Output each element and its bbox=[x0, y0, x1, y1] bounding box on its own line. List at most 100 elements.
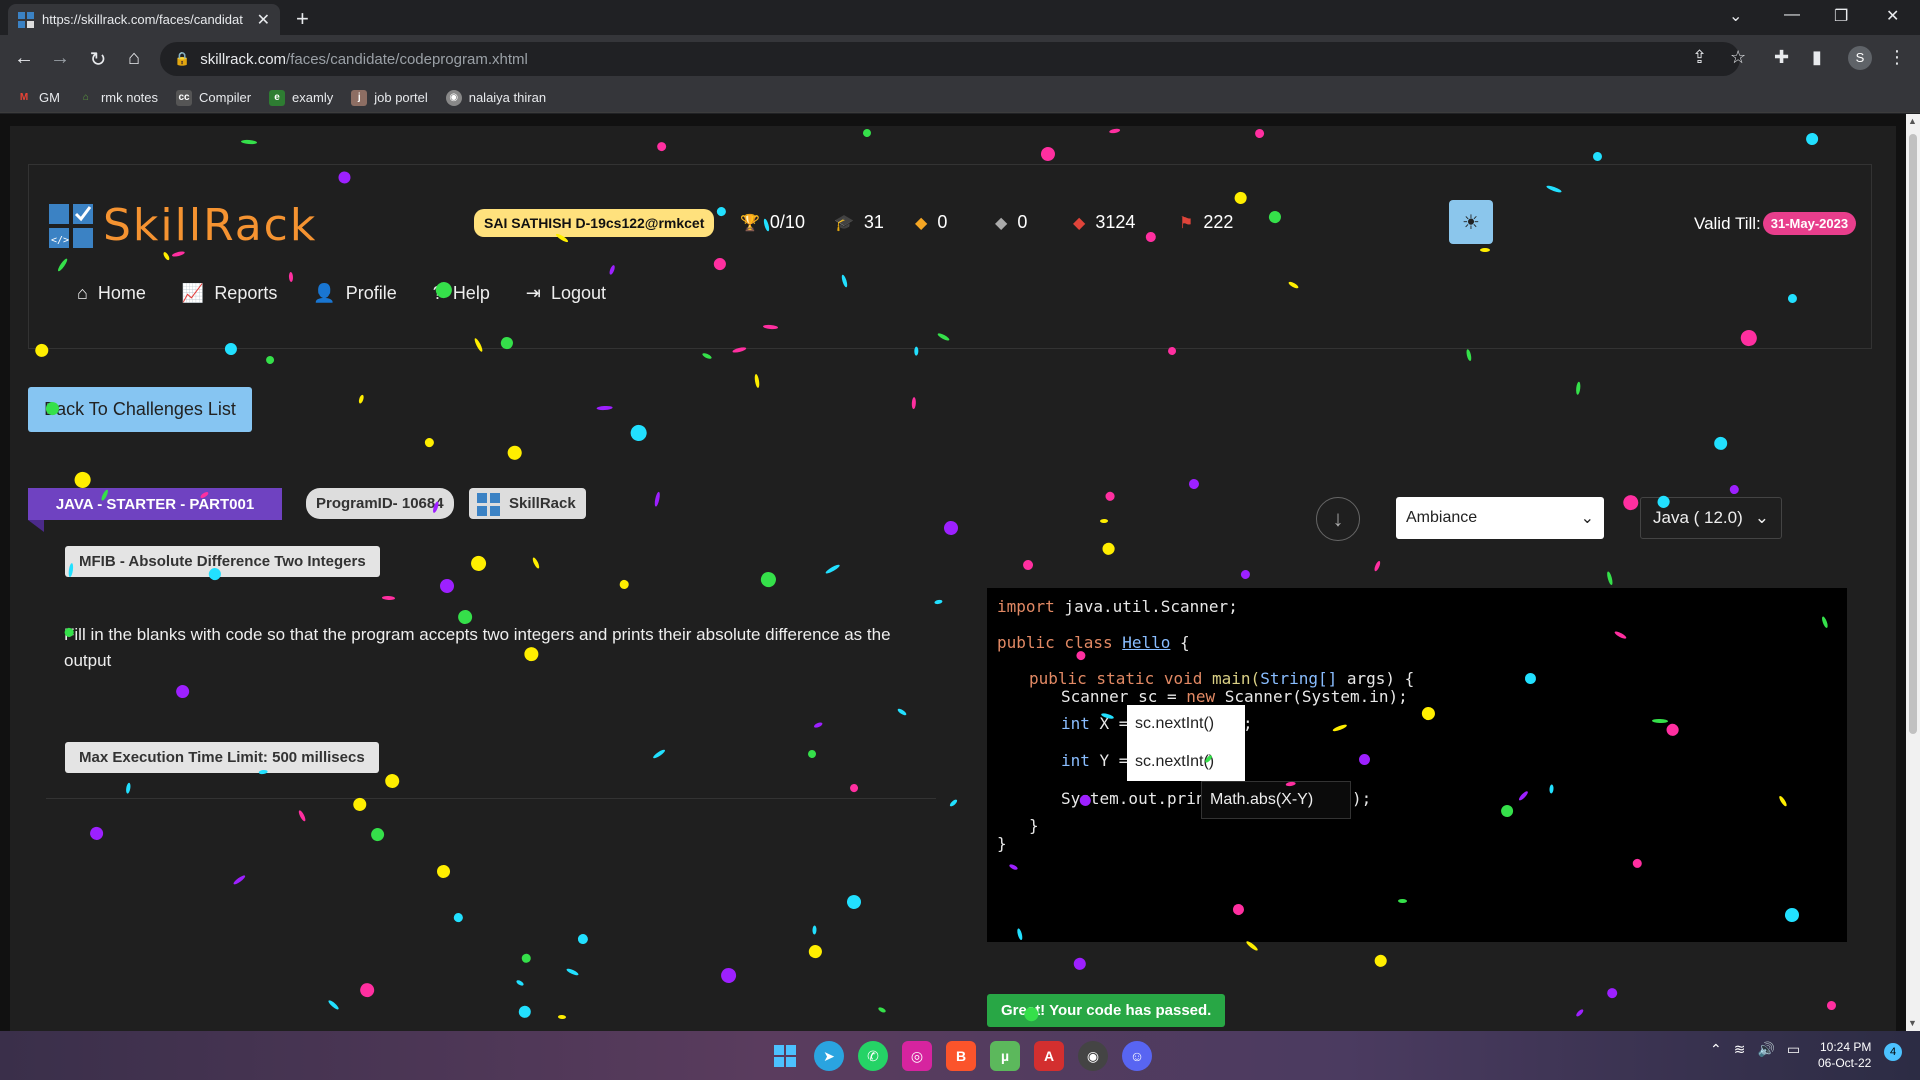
confetti-piece bbox=[618, 579, 630, 591]
restore-icon[interactable]: ❐ bbox=[1834, 6, 1848, 26]
theme-toggle-button[interactable]: ☀ bbox=[1449, 200, 1493, 244]
code-line: import java.util.Scanner; bbox=[997, 597, 1238, 616]
confetti-piece bbox=[382, 595, 396, 600]
menu-label: Logout bbox=[550, 283, 606, 303]
windows-start-icon[interactable] bbox=[770, 1041, 800, 1071]
confetti-piece bbox=[1072, 956, 1088, 972]
back-to-challenges-button[interactable]: Back To Challenges List bbox=[28, 387, 252, 432]
confetti-piece bbox=[629, 423, 648, 442]
confetti-piece bbox=[1524, 671, 1537, 685]
home-browser-icon[interactable]: ⌂ bbox=[122, 47, 146, 70]
confetti-piece bbox=[522, 953, 532, 964]
badge-text: SkillRack bbox=[509, 495, 576, 512]
success-message: Great! Your code has passed. bbox=[987, 994, 1226, 1027]
new-tab-icon[interactable]: + bbox=[296, 6, 309, 32]
telegram-icon[interactable]: ➤ bbox=[814, 1041, 844, 1071]
blank-print-input[interactable]: Math.abs(X-Y) bbox=[1201, 781, 1351, 819]
confetti-piece bbox=[1826, 1000, 1837, 1011]
main-panel: </> SkillRack SAI SATHISH D-19cs122@rmkc… bbox=[10, 126, 1896, 1031]
menu-dots-icon[interactable]: ⋮ bbox=[1888, 47, 1906, 68]
confetti-piece bbox=[655, 140, 669, 153]
reload-icon[interactable]: ↻ bbox=[86, 47, 110, 72]
confetti-piece bbox=[1710, 434, 1730, 454]
battery-icon[interactable]: ▭ bbox=[1787, 1041, 1800, 1058]
address-bar[interactable]: 🔒 skillrack.com /faces/candidate/codepro… bbox=[160, 42, 1740, 76]
valid-date-badge: 31-May-2023 bbox=[1762, 212, 1857, 235]
share-icon[interactable]: ⇪ bbox=[1692, 47, 1707, 68]
clock[interactable]: 10:24 PM 06-Oct-22 bbox=[1818, 1039, 1871, 1071]
stat-value: 0 bbox=[1017, 212, 1028, 232]
bookmark-gm[interactable]: M GM bbox=[16, 90, 60, 106]
confetti-piece bbox=[719, 966, 738, 985]
code-line: public class Hello { bbox=[997, 633, 1190, 652]
confetti-piece bbox=[557, 1014, 566, 1020]
scrollbar-thumb[interactable] bbox=[1909, 134, 1917, 734]
volume-icon[interactable]: 🔊 bbox=[1757, 1041, 1774, 1058]
site-header: </> SkillRack SAI SATHISH D-19cs122@rmkc… bbox=[28, 164, 1872, 349]
whatsapp-icon[interactable]: ✆ bbox=[858, 1041, 888, 1071]
editor-theme-select[interactable]: Ambiance ⌄ bbox=[1396, 497, 1604, 539]
valid-label: Valid Till: bbox=[1694, 213, 1761, 233]
extensions-icon[interactable]: ✚ bbox=[1774, 47, 1789, 68]
stat-certificates: 🎓 31 bbox=[834, 212, 884, 233]
confetti-piece bbox=[701, 352, 713, 361]
confetti-piece bbox=[518, 1005, 532, 1018]
confetti-piece bbox=[259, 769, 269, 775]
chrome-icon: ◉ bbox=[445, 89, 462, 106]
confetti-piece bbox=[383, 772, 400, 790]
tab-search-icon[interactable]: ⌄ bbox=[1729, 6, 1742, 26]
close-tab-icon[interactable]: ✕ bbox=[257, 10, 270, 30]
bookmark-examly[interactable]: e examly bbox=[269, 89, 333, 106]
wifi-icon[interactable]: ≋ bbox=[1734, 1041, 1746, 1058]
blank-x-input[interactable]: sc.nextInt() bbox=[1127, 705, 1245, 743]
download-button[interactable]: ↓ bbox=[1316, 497, 1360, 541]
profile-avatar[interactable]: S bbox=[1848, 46, 1872, 70]
acrobat-icon[interactable]: A bbox=[1034, 1041, 1064, 1071]
close-window-icon[interactable]: ✕ bbox=[1886, 6, 1899, 26]
chevron-up-icon[interactable]: ⌃ bbox=[1710, 1041, 1722, 1058]
arrow-down-icon: ↓ bbox=[1332, 506, 1344, 531]
bookmark-job-portel[interactable]: j job portel bbox=[351, 89, 428, 106]
code-editor[interactable]: import java.util.Scanner; public class H… bbox=[987, 588, 1847, 942]
forward-arrow-icon[interactable]: → bbox=[48, 47, 72, 70]
menu-home[interactable]: ⌂ Home bbox=[77, 283, 146, 304]
blank-y-input[interactable]: sc.nextInt() bbox=[1127, 743, 1245, 781]
code-line: Scanner sc = new Scanner(System.in); bbox=[1061, 687, 1408, 706]
confetti-piece bbox=[241, 139, 258, 145]
chrome-taskbar-icon[interactable]: ◉ bbox=[1078, 1041, 1108, 1071]
confetti-piece bbox=[806, 942, 824, 961]
skillrack-logo[interactable]: </> SkillRack bbox=[49, 200, 317, 251]
back-arrow-icon[interactable]: ← bbox=[12, 47, 36, 70]
clock-date: 06-Oct-22 bbox=[1818, 1056, 1872, 1070]
bookmark-rmk-notes[interactable]: ⌂ rmk notes bbox=[78, 90, 158, 106]
bookmark-compiler[interactable]: cc Compiler bbox=[176, 89, 251, 106]
discord-icon[interactable]: ☺ bbox=[1122, 1041, 1152, 1071]
confetti-piece bbox=[1239, 568, 1252, 581]
bookmark-star-icon[interactable]: ☆ bbox=[1730, 47, 1746, 68]
program-id-badge: ProgramID- 10684 bbox=[306, 488, 454, 519]
confetti-piece bbox=[439, 579, 455, 595]
confetti-piece bbox=[1253, 127, 1265, 139]
confetti-piece bbox=[1575, 1008, 1585, 1019]
menu-logout[interactable]: ⇥ Logout bbox=[526, 283, 606, 304]
menu-profile[interactable]: 👤 Profile bbox=[313, 283, 396, 304]
stat-value: 0 bbox=[937, 212, 948, 232]
stat-value: 0/10 bbox=[769, 212, 805, 232]
instagram-icon[interactable]: ◎ bbox=[902, 1041, 932, 1071]
brave-icon[interactable]: B bbox=[946, 1041, 976, 1071]
side-panel-icon[interactable]: ▮ bbox=[1812, 47, 1822, 68]
utorrent-icon[interactable]: µ bbox=[990, 1041, 1020, 1071]
menu-reports[interactable]: 📈 Reports bbox=[182, 283, 277, 304]
scroll-down-icon[interactable]: ▼ bbox=[1908, 1018, 1917, 1028]
confetti-piece bbox=[358, 981, 377, 1000]
bookmark-nalaiya-thiran[interactable]: ◉ nalaiya thiran bbox=[445, 89, 546, 106]
cc-icon: cc bbox=[176, 89, 193, 106]
divider bbox=[46, 798, 936, 799]
scroll-up-icon[interactable]: ▲ bbox=[1908, 116, 1917, 126]
notification-count-badge[interactable]: 4 bbox=[1884, 1043, 1902, 1061]
page-scrollbar[interactable]: ▲ ▼ bbox=[1906, 114, 1920, 1031]
minimize-icon[interactable]: — bbox=[1784, 6, 1800, 24]
confetti-piece bbox=[825, 563, 841, 575]
confetti-piece bbox=[224, 343, 237, 356]
browser-tab[interactable]: https://skillrack.com/faces/candidat ✕ bbox=[8, 4, 280, 35]
